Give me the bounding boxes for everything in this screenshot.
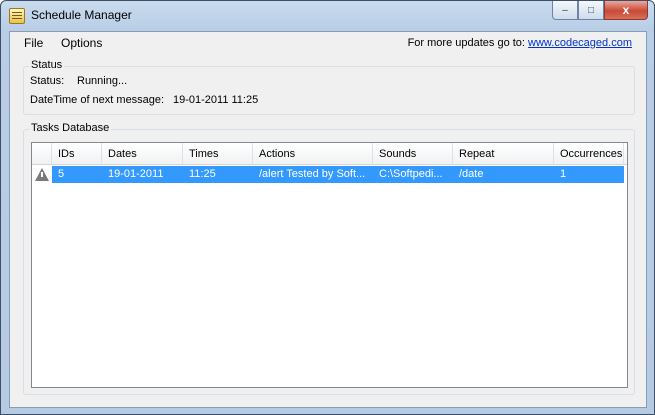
cell-repeat: /date [459,168,484,180]
next-message-label: DateTime of next message: [30,94,165,106]
warning-triangle-icon [35,168,49,181]
window-controls: – □ x [552,1,648,21]
client-area: File Options For more updates go to: www… [9,31,647,408]
column-header-dates[interactable]: Dates [102,143,183,165]
status-group: Status Status: Running... DateTime of ne… [23,59,635,115]
table-row[interactable]: 5 19-01-2011 11:25 /alert Tested by Soft… [32,166,624,183]
menu-file[interactable]: File [24,36,43,50]
minimize-button[interactable]: – [552,1,578,20]
column-header-sounds[interactable]: Sounds [373,143,453,165]
status-group-label: Status [29,59,65,71]
title-bar[interactable]: Schedule Manager – □ x [1,1,654,31]
menu-bar: File Options For more updates go to: www… [10,32,646,54]
updates-prefix: For more updates go to: [407,37,525,49]
window-title: Schedule Manager [31,8,132,22]
close-button[interactable]: x [604,1,648,20]
tasks-listview[interactable]: IDs Dates Times Actions Sounds Repeat Oc… [31,142,628,388]
header-icon-column [32,143,52,165]
status-label: Status: [30,75,65,87]
column-header-actions[interactable]: Actions [253,143,373,165]
listview-header: IDs Dates Times Actions Sounds Repeat Oc… [32,143,627,165]
next-message-value: 19-01-2011 11:25 [173,94,259,106]
tasks-group: Tasks Database IDs Dates Times Actions S… [23,122,635,395]
schedule-app-icon [9,8,25,24]
column-header-repeat[interactable]: Repeat [453,143,554,165]
updates-notice: For more updates go to: www.codecaged.co… [408,37,632,49]
cell-date: 19-01-2011 [108,168,164,180]
cell-occurrences: 1 [560,168,567,180]
app-window: Schedule Manager – □ x File Options For … [0,0,655,415]
status-value: Running... [77,75,128,87]
maximize-button[interactable]: □ [578,1,604,20]
column-header-times[interactable]: Times [183,143,253,165]
cell-time: 11:25 [189,168,216,180]
tasks-group-label: Tasks Database [29,122,112,134]
cell-sound: C:\Softpedi... [379,168,443,180]
column-header-occurrences[interactable]: Occurrences [554,143,624,165]
cell-id: 5 [58,168,65,180]
codecaged-link[interactable]: www.codecaged.com [528,37,632,49]
menu-options[interactable]: Options [61,36,102,50]
column-header-ids[interactable]: IDs [52,143,102,165]
cell-action: /alert Tested by Soft... [259,168,366,180]
